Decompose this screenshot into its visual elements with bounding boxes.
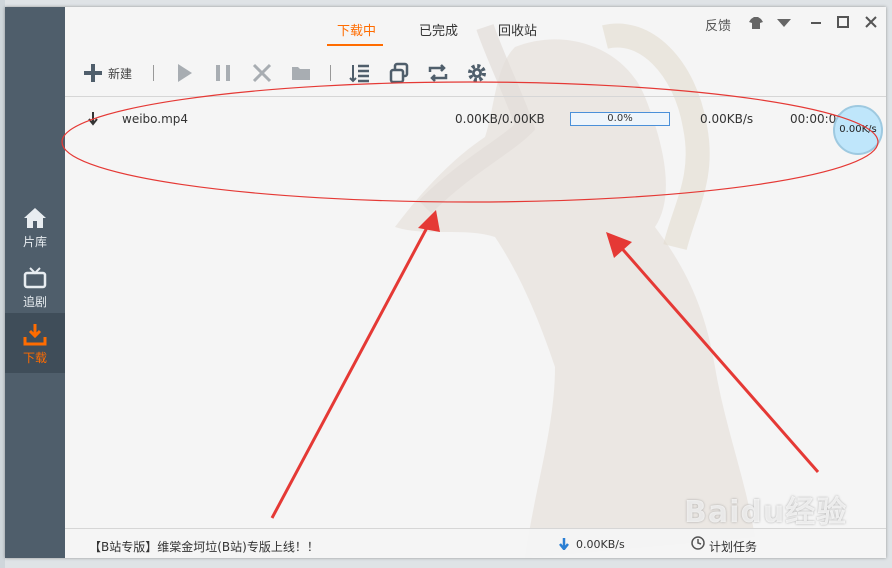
downloading-arrow-icon: [88, 112, 98, 126]
sort-button[interactable]: [349, 62, 371, 84]
down-speed-icon: [559, 538, 569, 550]
maximize-icon[interactable]: [837, 16, 849, 28]
file-name: weibo.mp4: [122, 112, 189, 126]
folder-icon: [292, 67, 310, 80]
refresh-button[interactable]: [427, 62, 449, 84]
tab-bar: 下载中 已完成 回收站 反馈: [65, 7, 886, 46]
copy-icon: [389, 62, 409, 84]
progress-text: 0.0%: [607, 113, 633, 124]
tv-icon: [23, 267, 47, 289]
gear-icon: [468, 64, 486, 82]
header-divider: [65, 96, 886, 97]
start-button[interactable]: [173, 62, 195, 84]
sidebar-item-library[interactable]: 片库: [5, 197, 65, 253]
repeat-icon: [428, 64, 448, 82]
home-icon: [24, 208, 46, 228]
feedback-link[interactable]: 反馈: [705, 15, 731, 34]
file-size: 0.00KB/0.00KB: [455, 112, 545, 126]
menu-dropdown-icon[interactable]: [777, 19, 791, 27]
sidebar-item-download[interactable]: 下载: [5, 313, 65, 373]
sidebar-item-label: 片库: [22, 235, 47, 249]
tab-completed[interactable]: 已完成: [419, 20, 458, 39]
x-icon: [252, 63, 272, 83]
copy-button[interactable]: [388, 62, 410, 84]
sidebar-item-label: 追剧: [22, 295, 47, 309]
skin-icon[interactable]: [749, 17, 763, 29]
status-bar: 【B站专版】维棠金坷垃(B站)专版上线！！ 0.00KB/s 计划任务: [65, 528, 886, 558]
new-task-button[interactable]: [82, 62, 104, 84]
notice-link[interactable]: 【B站专版】维棠金坷垃(B站)专版上线！！: [89, 538, 319, 555]
download-speed: 0.00KB/s: [700, 112, 754, 126]
delete-button[interactable]: [251, 62, 273, 84]
schedule-button[interactable]: 计划任务: [709, 538, 757, 555]
pause-icon: [216, 65, 230, 81]
close-icon[interactable]: [865, 16, 877, 28]
download-icon: [23, 324, 47, 346]
main-panel: 下载中 已完成 回收站 反馈 新建 weibo.mp4 0.00KB/0.00K…: [65, 7, 886, 558]
sidebar: 片库 追剧 下载: [5, 7, 65, 558]
clock-icon[interactable]: [691, 536, 705, 550]
active-tab-indicator: [327, 44, 383, 46]
downloader-window: 片库 追剧 下载 下载中 已完成 回收站 反馈 新建 weibo.mp4 0.0…: [5, 7, 886, 558]
speed-ball[interactable]: 0.00K/s: [833, 105, 883, 155]
new-task-label[interactable]: 新建: [108, 65, 132, 82]
tab-recycle-bin[interactable]: 回收站: [498, 20, 537, 39]
plus-icon: [84, 64, 102, 82]
minimize-icon[interactable]: [810, 17, 822, 29]
sidebar-item-series[interactable]: 追剧: [5, 257, 65, 313]
open-folder-button[interactable]: [290, 62, 312, 84]
total-down-speed: 0.00KB/s: [576, 538, 625, 551]
baidu-watermark: Baidu经验: [684, 495, 848, 530]
list-sort-icon: [349, 64, 369, 83]
toolbar: 新建: [65, 57, 886, 89]
progress-bar: 0.0%: [570, 112, 670, 126]
toolbar-divider: [330, 65, 331, 81]
download-row[interactable]: weibo.mp4 0.00KB/0.00KB 0.0% 0.00KB/s 00…: [65, 107, 886, 133]
background-figure: [395, 23, 755, 558]
toolbar-divider: [153, 65, 154, 81]
settings-button[interactable]: [466, 62, 488, 84]
sidebar-item-label: 下载: [22, 351, 47, 365]
tab-downloading[interactable]: 下载中: [337, 20, 376, 39]
play-icon: [178, 64, 192, 82]
pause-button[interactable]: [212, 62, 234, 84]
